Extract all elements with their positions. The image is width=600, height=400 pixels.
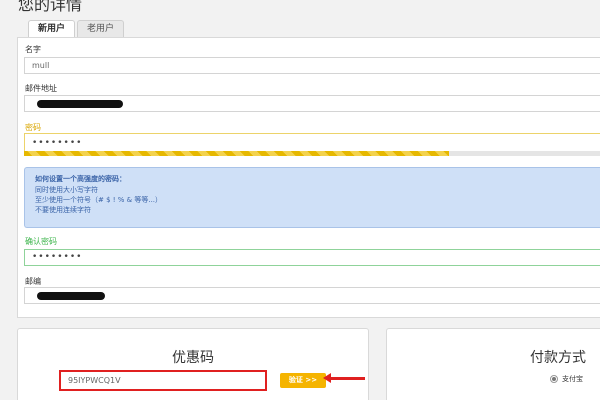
tab-new-user[interactable]: 新用户 [28, 20, 76, 38]
payment-title: 付款方式 [530, 350, 586, 366]
password-label: 密码 [25, 123, 41, 132]
confirm-password-label: 确认密码 [25, 237, 57, 246]
payment-option-alipay[interactable]: 支付宝 [550, 374, 583, 384]
email-label: 邮件地址 [25, 84, 57, 93]
verify-button[interactable]: 验证 >> [280, 373, 326, 388]
password-strength-fill [24, 151, 449, 156]
password-strength-bar [24, 151, 600, 156]
email-input[interactable] [24, 95, 600, 112]
postcode-label: 邮编 [25, 277, 41, 286]
radio-icon[interactable] [550, 375, 558, 383]
payment-panel: 付款方式 支付宝 [386, 328, 600, 400]
coupon-panel: 优惠码 95IYPWCQ1V 验证 >> [17, 328, 369, 400]
name-label: 名字 [25, 45, 41, 54]
tips-line: 同时使用大小写字符 [35, 186, 98, 194]
annotation-arrow [323, 373, 365, 383]
details-form: 名字 mull 邮件地址 密码 •••••••• 如何设置一个高强度的密码： 同… [17, 37, 600, 318]
postcode-redaction [37, 292, 105, 300]
tips-line: 不要使用连续字符 [35, 206, 91, 214]
coupon-input[interactable]: 95IYPWCQ1V [59, 370, 267, 391]
user-tabs: 新用户 老用户 [28, 20, 126, 38]
tips-line: 至少使用一个符号（# $ ! % & 等等...） [35, 196, 163, 204]
password-tips: 如何设置一个高强度的密码： 同时使用大小写字符 至少使用一个符号（# $ ! %… [24, 167, 600, 228]
confirm-password-input[interactable]: •••••••• [24, 249, 600, 266]
tips-title: 如何设置一个高强度的密码： [35, 175, 126, 183]
payment-option-label: 支付宝 [562, 375, 583, 383]
tab-existing-user[interactable]: 老用户 [77, 20, 125, 37]
name-input[interactable]: mull [24, 57, 600, 74]
email-redaction [37, 100, 123, 108]
postcode-input[interactable] [24, 287, 600, 304]
page-title: 您的详情 [18, 0, 83, 14]
coupon-title: 优惠码 [172, 350, 214, 366]
password-input[interactable]: •••••••• [24, 133, 600, 153]
